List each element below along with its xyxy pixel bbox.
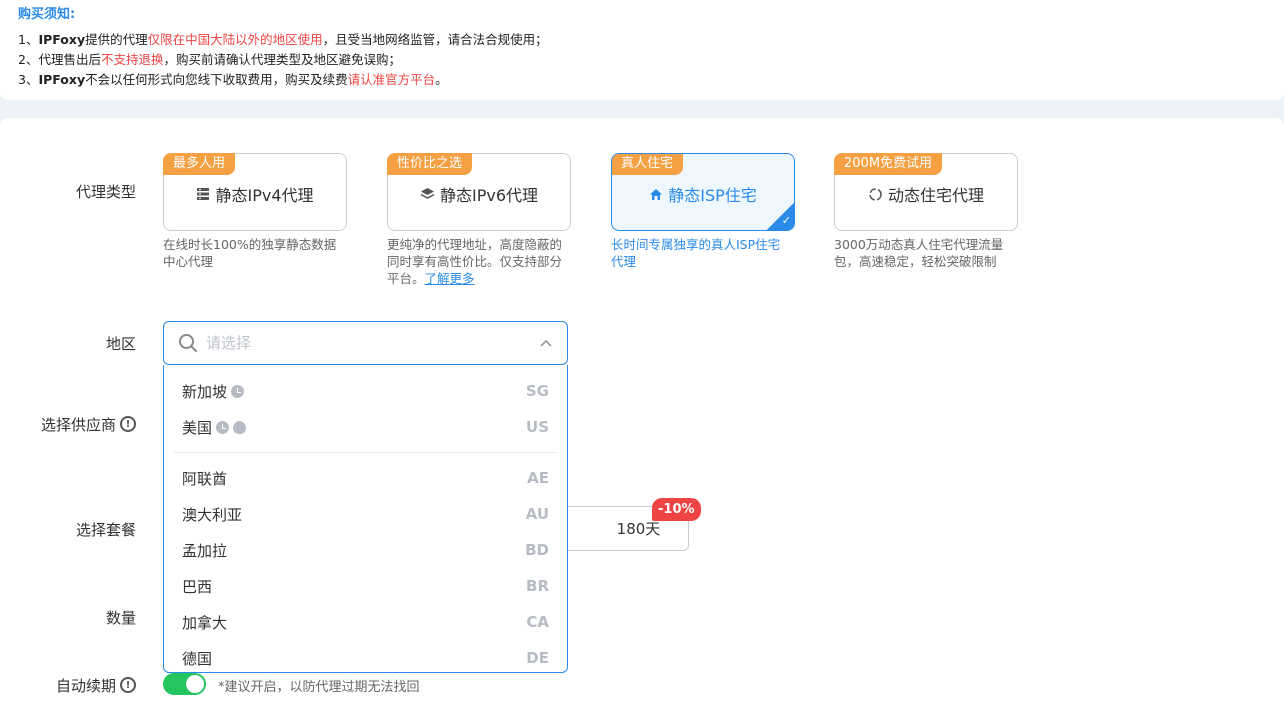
learn-more-link[interactable]: 了解更多 (425, 271, 475, 286)
divider (174, 452, 557, 453)
proxy-type-name: 动态住宅代理 (887, 186, 984, 205)
proxy-type-label: 代理类型 (75, 182, 136, 201)
proxy-type-ipv4[interactable]: 最多人用 静态IPv4代理 (163, 153, 347, 231)
info-icon[interactable]: ! (120, 677, 136, 693)
proxy-type-desc: 更纯净的代理地址，高度隐蔽的同时享有高性价比。仅支持部分平台。了解更多 (387, 237, 563, 286)
layers-icon (420, 188, 435, 199)
auto-renew-toggle[interactable] (163, 673, 206, 695)
refresh-icon (869, 187, 882, 201)
proxy-type-ipv6[interactable]: 性价比之选 静态IPv6代理 (387, 153, 571, 231)
region-option-us[interactable]: 美国 US (164, 409, 567, 445)
region-dropdown: 新加坡 SG 美国 US 阿联酋 AE 澳大利亚 AU 孟加拉 BD 巴西 BR… (163, 365, 568, 673)
toggle-knob (186, 675, 204, 693)
region-option-br[interactable]: 巴西 BR (164, 568, 567, 604)
proxy-tag: 真人住宅 (612, 154, 684, 175)
provider-label: 选择供应商! (0, 413, 136, 435)
proxy-type-desc: 在线时长100%的独享静态数据中心代理 (163, 237, 337, 269)
package-label: 选择套餐 (75, 520, 136, 539)
region-option-bd[interactable]: 孟加拉 BD (164, 532, 567, 568)
region-option-ae[interactable]: 阿联酋 AE (164, 460, 567, 496)
proxy-type-name: 静态IPv4代理 (215, 186, 314, 205)
region-search-input[interactable] (206, 334, 539, 352)
notice-line-1: 1、IPFoxy提供的代理仅限在中国大陆以外的地区使用，且受当地网络监管，请合法… (18, 32, 548, 47)
clock-icon (231, 384, 245, 398)
quantity-label: 数量 (105, 608, 136, 627)
auto-renew-hint: *建议开启，以防代理过期无法找回 (218, 680, 420, 695)
region-option-au[interactable]: 澳大利亚 AU (164, 496, 567, 532)
proxy-type-isp[interactable]: 真人住宅 静态ISP住宅 ✓ (611, 153, 795, 231)
discount-badge: -10% (652, 498, 701, 521)
proxy-type-name: 静态IPv6代理 (439, 186, 539, 205)
notice-title: 购买须知: (18, 7, 76, 22)
home-icon (650, 188, 663, 200)
selected-check-icon: ✓ (765, 203, 794, 230)
region-label: 地区 (105, 334, 136, 353)
proxy-tag: 200M免费试用 (834, 153, 943, 175)
region-option-sg[interactable]: 新加坡 SG (164, 373, 567, 409)
purchase-notice: 购买须知: 1、IPFoxy提供的代理仅限在中国大陆以外的地区使用，且受当地网络… (0, 0, 1284, 100)
auto-renew-label: 自动续期! (0, 674, 136, 696)
search-icon (179, 334, 197, 352)
fire-icon (233, 420, 247, 434)
server-icon (197, 188, 210, 200)
region-option-de[interactable]: 德国 DE (164, 640, 567, 672)
proxy-tag: 性价比之选 (387, 153, 473, 175)
proxy-tag: 最多人用 (163, 153, 236, 175)
chevron-up-icon[interactable] (539, 339, 553, 348)
proxy-type-rotating[interactable]: 200M免费试用 动态住宅代理 (834, 153, 1018, 231)
clock-icon (216, 420, 230, 434)
notice-line-2: 2、代理售出后不支持退换，购买前请确认代理类型及地区避免误购； (18, 52, 401, 67)
proxy-type-desc: 3000万动态真人住宅代理流量包，高速稳定，轻松突破限制 (834, 237, 1004, 269)
proxy-type-name: 静态ISP住宅 (668, 186, 757, 205)
notice-line-3: 3、IPFoxy不会以任何形式向您线下收取费用，购买及续费请认准官方平台。 (18, 72, 448, 87)
info-icon[interactable]: ! (120, 416, 136, 432)
region-select[interactable] (163, 321, 568, 365)
proxy-type-desc: 长时间专属独享的真人ISP住宅代理 (611, 237, 781, 269)
region-option-ca[interactable]: 加拿大 CA (164, 604, 567, 640)
